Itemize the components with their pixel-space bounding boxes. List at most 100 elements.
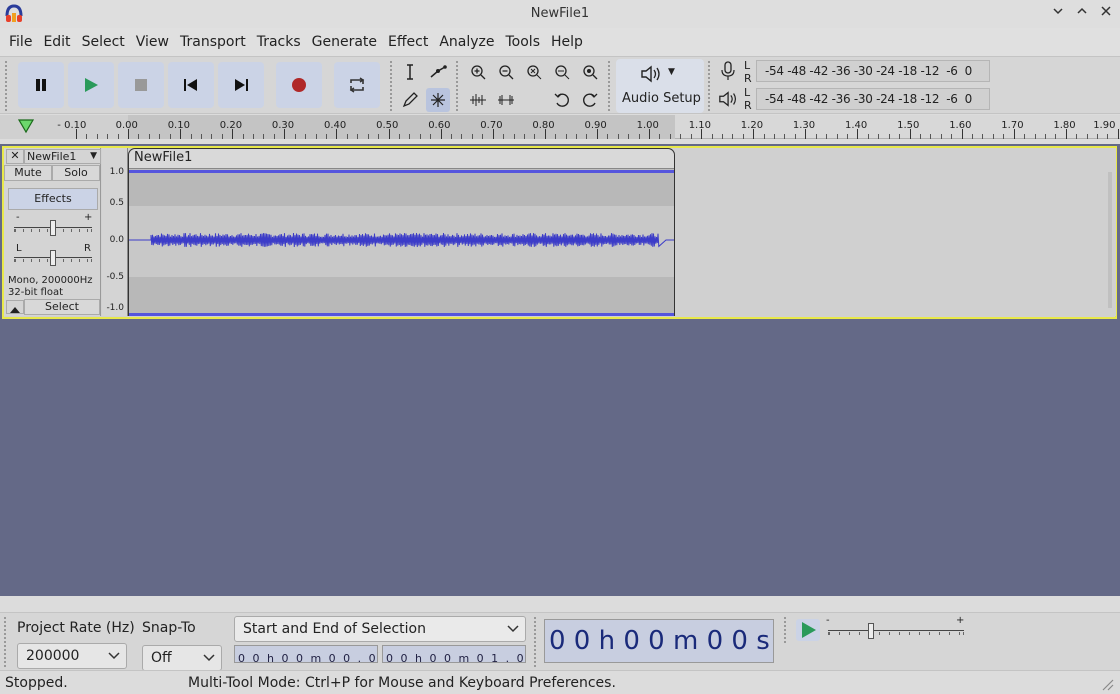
effects-button[interactable]: Effects <box>8 188 98 210</box>
pan-slider[interactable] <box>14 250 92 266</box>
clip-title-bar[interactable]: NewFile1 <box>129 149 674 169</box>
ruler-tick-label: 0.30 <box>271 120 295 131</box>
skip-to-end-button[interactable] <box>218 62 264 108</box>
multi-tool-button[interactable] <box>426 88 450 112</box>
audio-clip[interactable]: NewFile1 <box>128 148 675 316</box>
pause-button[interactable] <box>18 62 64 108</box>
edit-grip[interactable] <box>456 61 461 111</box>
ruler-minor-tick <box>148 134 150 139</box>
play-at-speed-button[interactable] <box>796 619 820 641</box>
menu-generate[interactable]: Generate <box>307 28 383 56</box>
play-at-speed-grip[interactable] <box>784 617 789 643</box>
play-meter-button[interactable] <box>718 90 740 110</box>
menu-help[interactable]: Help <box>546 28 589 56</box>
envelope-tool-button[interactable] <box>426 60 450 84</box>
toolbar-grip[interactable] <box>5 61 10 111</box>
speed-slider-thumb[interactable] <box>868 623 874 639</box>
selection-tool-button[interactable] <box>398 60 422 84</box>
record-meter-l: L <box>744 59 751 72</box>
selection-toolbar-grip[interactable] <box>4 617 9 667</box>
gain-slider[interactable] <box>14 220 92 236</box>
loop-button[interactable] <box>334 62 380 108</box>
zoom-toggle-button[interactable] <box>578 60 602 84</box>
ruler-minor-tick <box>534 134 536 139</box>
play-button[interactable] <box>68 62 114 108</box>
zoom-toggle-icon <box>583 65 598 80</box>
fit-selection-button[interactable] <box>522 60 546 84</box>
track-name-menu[interactable]: NewFile1 ▼ <box>24 149 101 164</box>
ruler-minor-tick <box>357 134 359 139</box>
playback-level-meter[interactable]: -54 -48 -42 -36 -30 -24 -18 -12 -6 0 <box>756 88 990 110</box>
ruler-minor-tick <box>138 134 140 139</box>
project-rate-select[interactable]: 200000 <box>17 643 127 669</box>
gain-slider-thumb[interactable] <box>50 220 56 236</box>
audio-setup-grip[interactable] <box>608 61 613 111</box>
minimize-icon[interactable] <box>1048 4 1068 24</box>
vertical-amplitude-scale[interactable]: 1.0 0.5 0.0 -0.5 -1.0 <box>102 148 128 316</box>
silence-button[interactable] <box>494 88 518 112</box>
meter-grip[interactable] <box>708 61 713 111</box>
audio-setup-button[interactable]: ▼ Audio Setup <box>616 59 704 113</box>
ruler-minor-tick <box>430 134 432 139</box>
menu-effect[interactable]: Effect <box>383 28 434 56</box>
resize-grip-icon[interactable] <box>1098 675 1114 691</box>
menu-view[interactable]: View <box>131 28 175 56</box>
menu-file[interactable]: File <box>4 28 38 56</box>
menu-transport[interactable]: Transport <box>175 28 252 56</box>
close-window-icon[interactable] <box>1096 4 1116 24</box>
timeline-ruler[interactable]: - 0.10 0.00 0.10 0.20 0.30 0.40 0.50 0.60 0.70 0.… <box>0 115 1120 139</box>
undo-icon <box>554 93 569 107</box>
playback-speed-slider[interactable] <box>828 623 964 639</box>
menu-tracks[interactable]: Tracks <box>252 28 307 56</box>
track-empty-region[interactable] <box>676 148 1116 316</box>
selection-end-time[interactable]: 0 0 h 0 0 m 0 1 . 0 5 2 s <box>382 645 526 663</box>
stop-button[interactable] <box>118 62 164 108</box>
maximize-icon[interactable] <box>1072 4 1092 24</box>
solo-button[interactable]: Solo <box>52 165 100 181</box>
microphone-icon <box>721 61 735 80</box>
pause-icon <box>36 79 46 91</box>
zoom-out-button[interactable] <box>494 60 518 84</box>
audio-position-display[interactable]: 0 0 h 0 0 m 0 0 s <box>544 619 774 663</box>
record-button[interactable] <box>276 62 322 108</box>
fit-project-button[interactable] <box>550 60 574 84</box>
snap-to-select[interactable]: Off <box>142 645 222 671</box>
select-track-button[interactable]: Select <box>24 299 100 315</box>
play-head-icon[interactable] <box>17 118 35 138</box>
mute-button[interactable]: Mute <box>4 165 52 181</box>
menu-tools[interactable]: Tools <box>501 28 547 56</box>
menu-select[interactable]: Select <box>77 28 131 56</box>
zoom-in-button[interactable] <box>466 60 490 84</box>
time-toolbar-grip[interactable] <box>534 617 539 667</box>
pan-slider-thumb[interactable] <box>50 250 56 266</box>
draw-tool-button[interactable] <box>398 88 422 112</box>
undo-button[interactable] <box>550 88 574 112</box>
selection-mode-select[interactable]: Start and End of Selection <box>234 616 526 642</box>
trim-button[interactable] <box>466 88 490 112</box>
ruler-minor-tick <box>690 134 692 139</box>
collapse-up-icon <box>10 307 20 313</box>
menu-analyze[interactable]: Analyze <box>434 28 500 56</box>
ruler-minor-tick <box>607 134 609 139</box>
ruler-minor-tick <box>555 134 557 139</box>
clip-waveform-area[interactable] <box>129 170 674 316</box>
tools-grip[interactable] <box>390 61 395 111</box>
waveform-path <box>129 232 674 248</box>
track-vertical-scrollbar[interactable] <box>1108 172 1112 308</box>
ruler-tick-label: 1.50 <box>897 120 920 131</box>
ruler-tick-label: 1.00 <box>636 120 659 131</box>
selection-start-time[interactable]: 0 0 h 0 0 m 0 0 . 0 0 0 s <box>234 645 378 663</box>
record-meter-button[interactable] <box>720 61 740 81</box>
skip-start-icon <box>184 79 197 91</box>
redo-button[interactable] <box>578 88 602 112</box>
audio-setup-dropdown-icon: ▼ <box>668 67 675 77</box>
zoom-fit-icon <box>555 65 570 80</box>
record-level-meter[interactable]: -54 -48 -42 -36 -30 -24 -18 -12 -6 0 <box>756 60 990 82</box>
ruler-minor-tick <box>325 134 327 139</box>
skip-to-start-button[interactable] <box>168 62 214 108</box>
ruler-minor-tick <box>398 134 400 139</box>
track-close-button[interactable]: ✕ <box>6 149 24 164</box>
menu-edit[interactable]: Edit <box>38 28 76 56</box>
collapse-track-button[interactable] <box>6 300 24 314</box>
ruler-tick-label: 0.90 <box>584 120 607 131</box>
